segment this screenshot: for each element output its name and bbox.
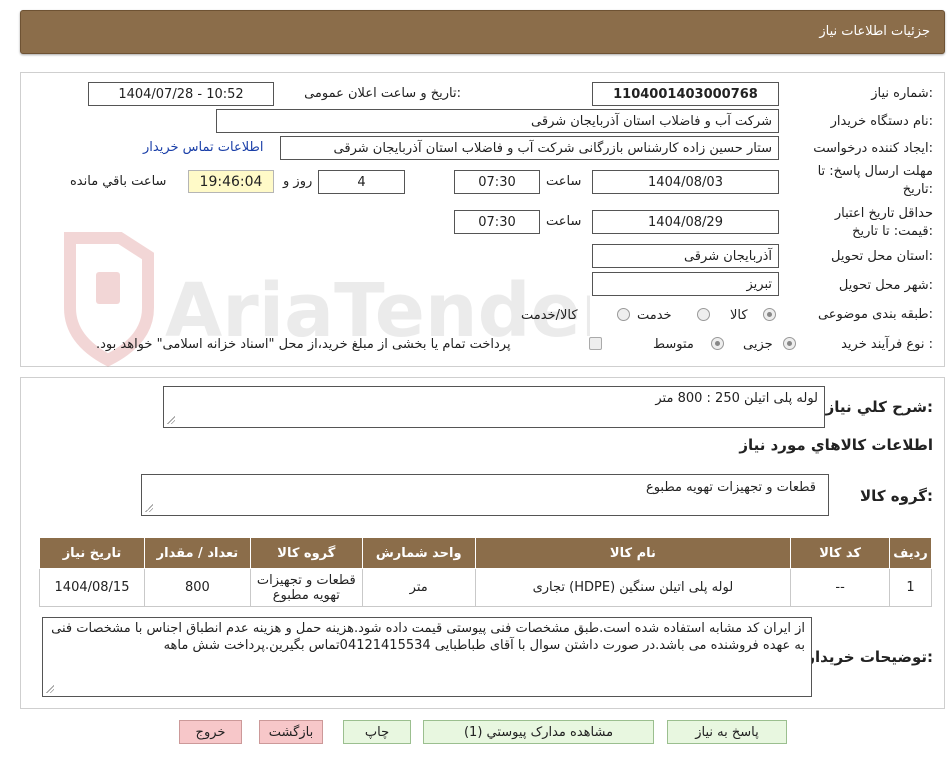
validity-label-line2: قیمت: تا تاریخ: — [852, 224, 933, 239]
deadline-label-line2: تاریخ: — [902, 182, 933, 197]
deadline-time-field: 07:30 — [454, 170, 540, 194]
col-code: کد کالا — [790, 537, 891, 569]
cell-name: لوله پلی اتیلن سنگین (HDPE) تجاری — [474, 568, 792, 607]
buyer-notes-label: توضیحات خریدار: — [806, 648, 933, 666]
remaining-time-clock: 19:46:04 — [188, 170, 274, 193]
table-header-row: ردیف کد کالا نام کالا واحد شمارش گروه کا… — [39, 537, 932, 569]
buyer-notes-text: از ایران کد مشابه استفاده شده است.طبق مش… — [51, 621, 805, 653]
validity-time-field: 07:30 — [454, 210, 540, 234]
cell-group: قطعات و تجهیزات تهویه مطبوع — [249, 568, 363, 607]
process-radio-medium[interactable] — [711, 337, 724, 350]
col-row: ردیف — [889, 537, 932, 569]
deadline-label-line1: مهلت ارسال پاسخ: تا — [817, 164, 933, 179]
category-label: طبقه بندی موضوعی: — [817, 307, 933, 322]
col-name: نام کالا — [474, 537, 792, 569]
announce-label: تاریخ و ساعت اعلان عمومی: — [304, 86, 461, 101]
need-number-field: 1104001403000768 — [592, 82, 779, 106]
buyer-field: شرکت آب و فاضلاب استان آذربایجان شرقی — [216, 109, 779, 133]
items-table: ردیف کد کالا نام کالا واحد شمارش گروه کا… — [39, 537, 932, 607]
category-option-both: کالا/خدمت — [521, 308, 578, 323]
goods-group-label: گروه کالا: — [860, 487, 933, 505]
city-field: تبریز — [592, 272, 779, 296]
page-title: جزئیات اطلاعات نیاز — [819, 24, 930, 39]
cell-row: 1 — [889, 568, 932, 607]
province-field: آذربایجان شرقی — [592, 244, 779, 268]
process-radio-minor[interactable] — [783, 337, 796, 350]
treasury-payment-checkbox[interactable] — [589, 337, 602, 350]
announce-field: 1404/07/28 - 10:52 — [88, 82, 274, 106]
reply-button[interactable]: پاسخ به نیاز — [667, 720, 787, 744]
category-option-goods: کالا — [730, 308, 748, 323]
page-header: جزئیات اطلاعات نیاز — [20, 10, 945, 54]
deadline-days-label: روز و — [283, 174, 313, 189]
table-row: 1 -- لوله پلی اتیلن سنگین (HDPE) تجاری م… — [39, 568, 932, 607]
summary-text: لوله پلی اتیلن 250 : 800 متر — [655, 391, 818, 406]
cell-code: -- — [790, 568, 891, 607]
cell-date: 1404/08/15 — [39, 568, 145, 607]
col-date: تاریخ نیاز — [39, 537, 145, 569]
validity-time-label: ساعت — [546, 214, 582, 229]
items-table-wrapper: ردیف کد کالا نام کالا واحد شمارش گروه کا… — [39, 537, 932, 607]
need-number-label: شماره نیاز: — [871, 86, 933, 101]
col-group: گروه کالا — [249, 537, 363, 569]
deadline-time-label: ساعت — [546, 174, 582, 189]
summary-label: شرح کلي نياز: — [825, 398, 933, 416]
buyer-label: نام دستگاه خریدار: — [830, 114, 933, 129]
col-qty: تعداد / مقدار — [144, 537, 251, 569]
items-heading: اطلاعات کالاهاي مورد نياز — [739, 436, 933, 454]
process-option-minor: جزیی — [743, 337, 773, 352]
resize-grip-icon[interactable] — [46, 685, 54, 693]
remaining-time-label: ساعت باقي مانده — [70, 174, 167, 189]
view-attachments-button[interactable]: مشاهده مدارک پیوستي (1) — [423, 720, 654, 744]
category-radio-both[interactable] — [617, 308, 630, 321]
print-button[interactable]: چاپ — [343, 720, 411, 744]
process-option-medium: متوسط — [653, 337, 694, 352]
col-unit: واحد شمارش — [361, 537, 476, 569]
resize-grip-icon[interactable] — [145, 504, 153, 512]
cell-unit: متر — [361, 568, 476, 607]
goods-group-textarea[interactable]: قطعات و تجهیزات تهویه مطبوع — [141, 474, 829, 516]
deadline-date-field: 1404/08/03 — [592, 170, 779, 194]
treasury-payment-note: پرداخت تمام یا بخشی از مبلغ خرید،از محل … — [96, 337, 511, 352]
requester-label: ایجاد کننده درخواست: — [813, 141, 933, 156]
exit-button[interactable]: خروج — [179, 720, 242, 744]
summary-textarea[interactable]: لوله پلی اتیلن 250 : 800 متر — [163, 386, 825, 428]
resize-grip-icon[interactable] — [167, 416, 175, 424]
validity-label-line1: حداقل تاریخ اعتبار — [834, 206, 933, 221]
category-option-service: خدمت — [637, 308, 672, 323]
requester-field: ستار حسین زاده کارشناس بازرگانی شرکت آب … — [280, 136, 779, 160]
process-label: نوع فرآیند خرید : — [841, 337, 933, 352]
cell-qty: 800 — [144, 568, 251, 607]
goods-group-text: قطعات و تجهیزات تهویه مطبوع — [645, 480, 816, 495]
back-button[interactable]: بازگشت — [259, 720, 323, 744]
buyer-contact-link[interactable]: اطلاعات تماس خریدار — [143, 140, 263, 155]
city-label: شهر محل تحویل: — [838, 278, 933, 293]
buyer-notes-textarea[interactable]: از ایران کد مشابه استفاده شده است.طبق مش… — [42, 617, 812, 697]
deadline-days-field: 4 — [318, 170, 405, 194]
province-label: استان محل تحویل: — [831, 249, 933, 264]
validity-date-field: 1404/08/29 — [592, 210, 779, 234]
category-radio-goods[interactable] — [763, 308, 776, 321]
category-radio-service[interactable] — [697, 308, 710, 321]
